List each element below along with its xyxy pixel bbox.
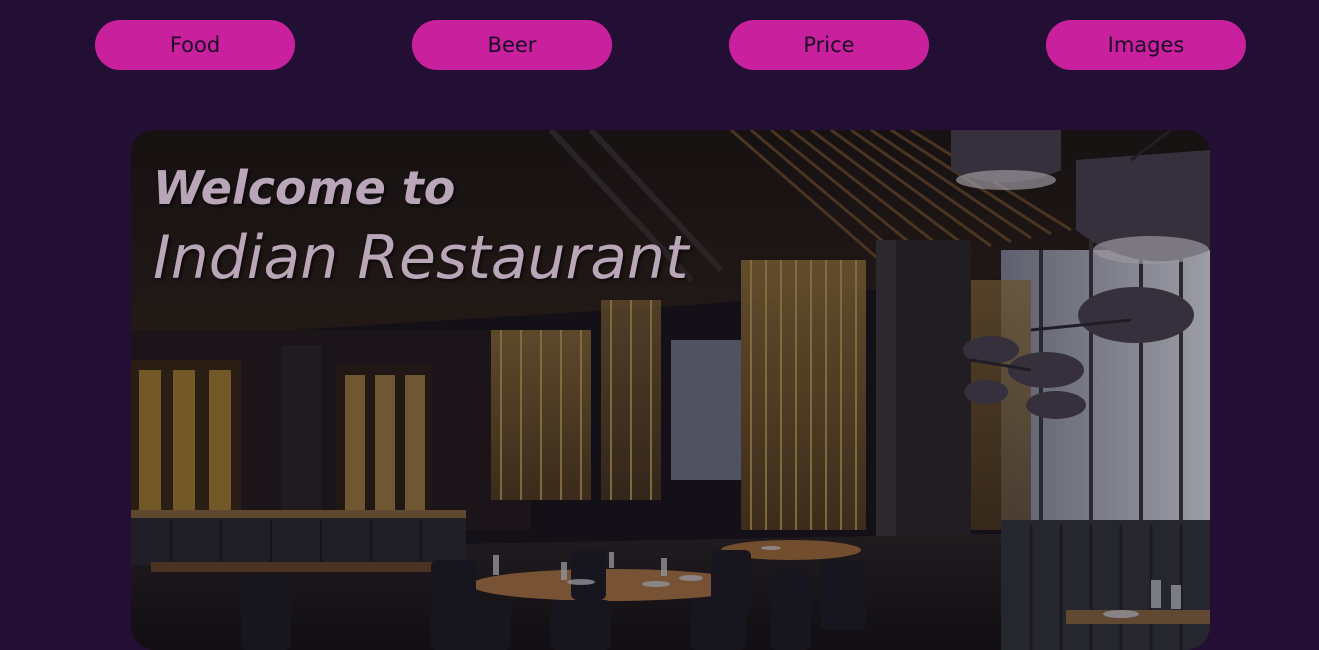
nav-button-images[interactable]: Images [1046,20,1246,70]
restaurant-name: Indian Restaurant [153,223,689,293]
top-navigation: Food Beer Price Images [0,0,1319,90]
hero-banner: Welcome to Indian Restaurant [131,130,1210,650]
hero-heading: Welcome to Indian Restaurant [153,158,689,298]
nav-button-beer[interactable]: Beer [412,20,612,70]
nav-button-food[interactable]: Food [95,20,295,70]
nav-button-price[interactable]: Price [729,20,929,70]
welcome-text: Welcome to [153,161,456,215]
